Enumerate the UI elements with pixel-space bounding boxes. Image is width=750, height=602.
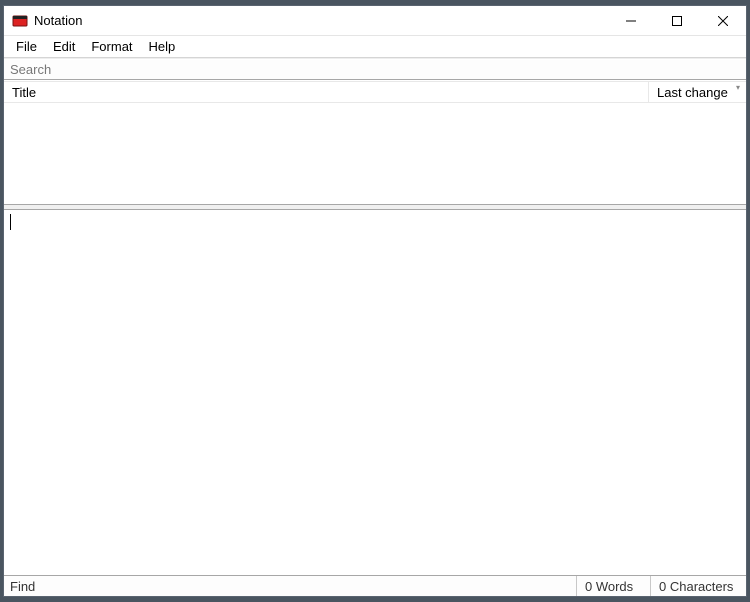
titlebar[interactable]: Notation bbox=[4, 6, 746, 36]
notes-list-pane: Title Last change ▾ bbox=[4, 80, 746, 204]
status-word-count-label: 0 Words bbox=[585, 579, 633, 594]
statusbar: Find 0 Words 0 Characters bbox=[4, 575, 746, 596]
app-window: Notation File Edit Format Help Title bbox=[3, 5, 747, 597]
text-caret bbox=[10, 214, 11, 230]
status-find-label: Find bbox=[10, 579, 35, 594]
sort-indicator-icon: ▾ bbox=[736, 83, 740, 92]
window-controls bbox=[608, 6, 746, 35]
status-char-count: 0 Characters bbox=[650, 576, 746, 596]
notes-list-body[interactable] bbox=[4, 103, 746, 204]
menubar: File Edit Format Help bbox=[4, 36, 746, 58]
window-title: Notation bbox=[34, 13, 608, 28]
minimize-button[interactable] bbox=[608, 6, 654, 35]
maximize-button[interactable] bbox=[654, 6, 700, 35]
status-char-count-label: 0 Characters bbox=[659, 579, 733, 594]
close-button[interactable] bbox=[700, 6, 746, 35]
menu-file[interactable]: File bbox=[8, 37, 45, 56]
column-header-last-change[interactable]: Last change ▾ bbox=[648, 82, 746, 102]
menu-help[interactable]: Help bbox=[141, 37, 184, 56]
search-bar bbox=[4, 58, 746, 80]
search-input[interactable] bbox=[4, 60, 746, 79]
column-header-title[interactable]: Title bbox=[4, 82, 648, 102]
menu-edit[interactable]: Edit bbox=[45, 37, 83, 56]
column-header-last-change-label: Last change bbox=[657, 85, 728, 100]
status-word-count: 0 Words bbox=[576, 576, 650, 596]
status-find[interactable]: Find bbox=[4, 576, 576, 596]
list-header: Title Last change ▾ bbox=[4, 81, 746, 103]
menu-format[interactable]: Format bbox=[83, 37, 140, 56]
editor-pane bbox=[4, 210, 746, 575]
column-header-title-label: Title bbox=[12, 85, 36, 100]
app-icon bbox=[12, 13, 28, 29]
note-editor[interactable] bbox=[4, 210, 746, 575]
